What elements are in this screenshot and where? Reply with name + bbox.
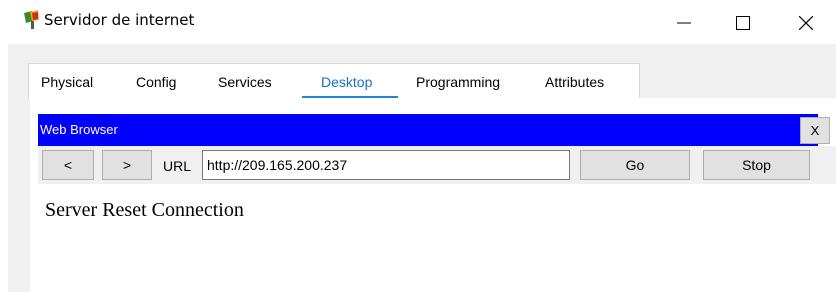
close-button[interactable]	[782, 0, 828, 44]
url-input[interactable]: http://209.165.200.237	[202, 150, 570, 180]
minimize-icon	[677, 22, 691, 24]
web-browser-title: Web Browser	[40, 122, 118, 137]
window-title: Servidor de internet	[44, 11, 195, 29]
tab-programming[interactable]: Programming	[416, 74, 500, 90]
back-button[interactable]: <	[42, 150, 94, 180]
tab-config[interactable]: Config	[136, 74, 176, 90]
go-button[interactable]: Go	[580, 150, 690, 180]
forward-button[interactable]: >	[102, 150, 152, 180]
title-bar: Servidor de internet	[0, 0, 836, 44]
stop-button[interactable]: Stop	[703, 150, 810, 180]
page-content-text: Server Reset Connection	[45, 199, 244, 221]
web-browser-header: Web Browser	[38, 114, 818, 146]
maximize-button[interactable]	[719, 0, 765, 44]
web-browser-close-button[interactable]: X	[800, 117, 830, 144]
tab-attributes[interactable]: Attributes	[545, 74, 604, 90]
close-icon	[799, 16, 813, 30]
minimize-button[interactable]	[660, 0, 706, 44]
tab-desktop[interactable]: Desktop	[321, 74, 372, 90]
tab-physical[interactable]: Physical	[41, 74, 93, 90]
url-label: URL	[163, 158, 192, 174]
server-app-icon	[21, 9, 43, 31]
tab-services[interactable]: Services	[218, 74, 272, 90]
maximize-icon	[736, 16, 750, 30]
